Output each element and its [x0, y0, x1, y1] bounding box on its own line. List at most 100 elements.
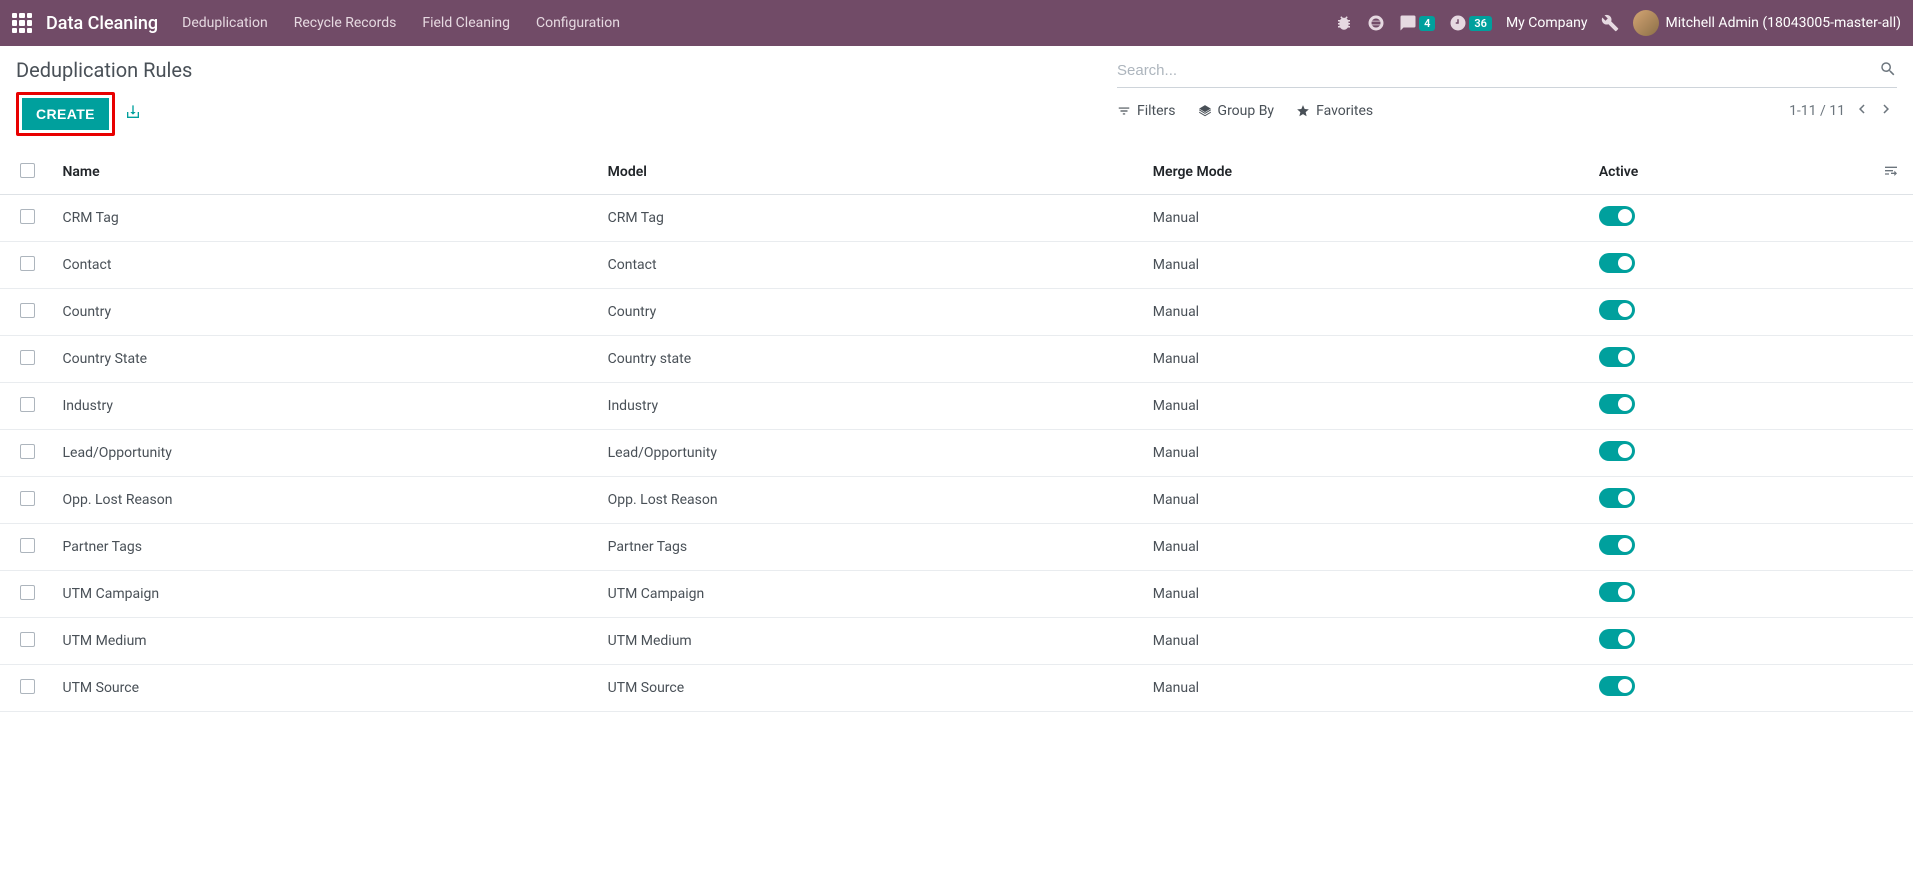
table-row[interactable]: Industry Industry Manual	[0, 383, 1913, 430]
cell-name: UTM Source	[55, 665, 600, 712]
cell-model: Lead/Opportunity	[600, 430, 1145, 477]
table-row[interactable]: UTM Campaign UTM Campaign Manual	[0, 571, 1913, 618]
col-header-name[interactable]: Name	[55, 150, 600, 195]
export-icon[interactable]	[125, 104, 141, 124]
search-icon[interactable]	[1879, 60, 1897, 81]
filters-label: Filters	[1137, 103, 1176, 119]
cell-merge-mode: Manual	[1145, 571, 1591, 618]
apps-icon[interactable]	[12, 13, 32, 33]
cell-merge-mode: Manual	[1145, 336, 1591, 383]
row-checkbox[interactable]	[20, 491, 35, 506]
activities-icon[interactable]: 36	[1449, 14, 1492, 32]
cell-model: Country	[600, 289, 1145, 336]
active-toggle[interactable]	[1599, 488, 1635, 508]
groupby-label: Group By	[1218, 103, 1275, 119]
cell-name: CRM Tag	[55, 195, 600, 242]
cell-name: Contact	[55, 242, 600, 289]
cell-model: CRM Tag	[600, 195, 1145, 242]
table-row[interactable]: Country State Country state Manual	[0, 336, 1913, 383]
table-row[interactable]: Opp. Lost Reason Opp. Lost Reason Manual	[0, 477, 1913, 524]
table-row[interactable]: UTM Source UTM Source Manual	[0, 665, 1913, 712]
user-menu[interactable]: Mitchell Admin (18043005-master-all)	[1633, 10, 1901, 36]
row-checkbox[interactable]	[20, 397, 35, 412]
activities-badge: 36	[1469, 16, 1492, 31]
cell-name: Opp. Lost Reason	[55, 477, 600, 524]
groupby-dropdown[interactable]: Group By	[1198, 103, 1275, 119]
page-title: Deduplication Rules	[16, 58, 192, 82]
messages-badge: 4	[1419, 16, 1435, 31]
active-toggle[interactable]	[1599, 582, 1635, 602]
chevron-right-icon	[1877, 100, 1895, 118]
funnel-icon	[1117, 104, 1131, 118]
messages-icon[interactable]: 4	[1399, 14, 1435, 32]
row-checkbox[interactable]	[20, 444, 35, 459]
nav-recycle-records[interactable]: Recycle Records	[294, 15, 397, 31]
top-navbar: Data Cleaning Deduplication Recycle Reco…	[0, 0, 1913, 46]
active-toggle[interactable]	[1599, 206, 1635, 226]
row-checkbox[interactable]	[20, 303, 35, 318]
cell-merge-mode: Manual	[1145, 430, 1591, 477]
tools-icon[interactable]	[1601, 14, 1619, 32]
table-row[interactable]: Lead/Opportunity Lead/Opportunity Manual	[0, 430, 1913, 477]
table-row[interactable]: Partner Tags Partner Tags Manual	[0, 524, 1913, 571]
active-toggle[interactable]	[1599, 535, 1635, 555]
nav-field-cleaning[interactable]: Field Cleaning	[422, 15, 510, 31]
col-header-model[interactable]: Model	[600, 150, 1145, 195]
col-header-active[interactable]: Active	[1591, 150, 1864, 195]
row-checkbox[interactable]	[20, 632, 35, 647]
active-toggle[interactable]	[1599, 676, 1635, 696]
create-button[interactable]: CREATE	[22, 98, 109, 130]
chevron-left-icon	[1853, 100, 1871, 118]
cell-model: Industry	[600, 383, 1145, 430]
cell-merge-mode: Manual	[1145, 524, 1591, 571]
cell-merge-mode: Manual	[1145, 289, 1591, 336]
cell-merge-mode: Manual	[1145, 242, 1591, 289]
filters-dropdown[interactable]: Filters	[1117, 103, 1176, 119]
cell-name: Country State	[55, 336, 600, 383]
table-row[interactable]: UTM Medium UTM Medium Manual	[0, 618, 1913, 665]
cell-name: UTM Medium	[55, 618, 600, 665]
cell-model: UTM Campaign	[600, 571, 1145, 618]
row-checkbox[interactable]	[20, 538, 35, 553]
active-toggle[interactable]	[1599, 253, 1635, 273]
create-highlight: CREATE	[16, 92, 115, 136]
layers-icon	[1198, 104, 1212, 118]
favorites-label: Favorites	[1316, 103, 1373, 119]
active-toggle[interactable]	[1599, 394, 1635, 414]
row-checkbox[interactable]	[20, 256, 35, 271]
nav-deduplication[interactable]: Deduplication	[182, 15, 268, 31]
table-row[interactable]: CRM Tag CRM Tag Manual	[0, 195, 1913, 242]
active-toggle[interactable]	[1599, 441, 1635, 461]
row-checkbox[interactable]	[20, 585, 35, 600]
pager-prev[interactable]	[1851, 98, 1873, 123]
row-checkbox[interactable]	[20, 209, 35, 224]
user-name: Mitchell Admin (18043005-master-all)	[1665, 15, 1901, 31]
row-checkbox[interactable]	[20, 350, 35, 365]
app-brand[interactable]: Data Cleaning	[46, 13, 158, 34]
nav-configuration[interactable]: Configuration	[536, 15, 620, 31]
optional-columns-icon[interactable]	[1883, 166, 1899, 182]
favorites-dropdown[interactable]: Favorites	[1296, 103, 1373, 119]
cell-model: Partner Tags	[600, 524, 1145, 571]
search-bar	[1117, 58, 1897, 88]
active-toggle[interactable]	[1599, 629, 1635, 649]
col-header-merge-mode[interactable]: Merge Mode	[1145, 150, 1591, 195]
cell-name: Partner Tags	[55, 524, 600, 571]
support-icon[interactable]	[1367, 14, 1385, 32]
avatar	[1633, 10, 1659, 36]
cell-merge-mode: Manual	[1145, 383, 1591, 430]
table-row[interactable]: Country Country Manual	[0, 289, 1913, 336]
search-input[interactable]	[1117, 58, 1879, 83]
cell-model: Opp. Lost Reason	[600, 477, 1145, 524]
company-switcher[interactable]: My Company	[1506, 15, 1588, 31]
active-toggle[interactable]	[1599, 347, 1635, 367]
table-row[interactable]: Contact Contact Manual	[0, 242, 1913, 289]
pager-text: 1-11 / 11	[1789, 103, 1845, 119]
active-toggle[interactable]	[1599, 300, 1635, 320]
row-checkbox[interactable]	[20, 679, 35, 694]
pager-next[interactable]	[1875, 98, 1897, 123]
cell-merge-mode: Manual	[1145, 665, 1591, 712]
select-all-checkbox[interactable]	[20, 163, 35, 178]
bug-icon[interactable]	[1335, 14, 1353, 32]
rules-table: Name Model Merge Mode Active CRM Tag CRM…	[0, 150, 1913, 712]
